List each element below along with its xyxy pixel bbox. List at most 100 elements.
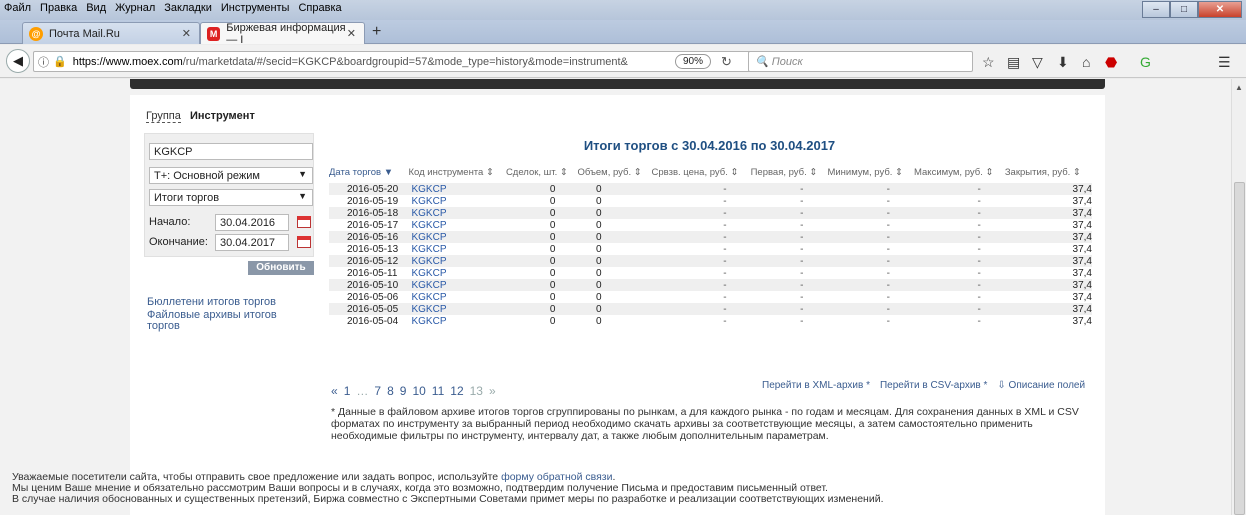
cell-min: - [827, 279, 914, 291]
tab-close-icon[interactable]: ✕ [182, 27, 191, 40]
cell-close: 37,4 [1004, 183, 1092, 195]
col-date[interactable]: Дата торгов ▼ [329, 166, 408, 183]
cell-close: 37,4 [1004, 303, 1092, 315]
csv-archive-link[interactable]: Перейти в CSV-архив * [880, 380, 987, 391]
page-link[interactable]: 8 [387, 384, 394, 398]
cell-code[interactable]: KGKCP [408, 219, 505, 231]
tab-close-icon[interactable]: ✕ [347, 27, 356, 40]
page-scrollbar[interactable]: ▲ [1231, 79, 1246, 515]
table-row: 2016-05-16 KGKCP 0 0- - - -37,4 [329, 231, 1092, 243]
cell-code[interactable]: KGKCP [408, 231, 506, 243]
cell-min: - [886, 315, 890, 327]
page-next[interactable]: » [489, 384, 496, 398]
archive-footnote: * Данные в файловом архиве итогов торгов… [331, 406, 1079, 442]
download-icon[interactable]: ⬇ [1057, 54, 1069, 71]
chevron-down-icon: ▼ [298, 191, 307, 201]
search-input[interactable]: 🔍 Поиск [748, 51, 973, 72]
cell-first: - [750, 279, 828, 291]
back-button[interactable]: ◀ [6, 49, 30, 73]
reload-icon[interactable]: ↻ [721, 54, 732, 70]
tab-group[interactable]: Группа [146, 110, 181, 123]
calendar-icon[interactable] [297, 236, 311, 248]
update-button[interactable]: Обновить [248, 261, 314, 275]
scroll-up-icon[interactable]: ▲ [1235, 83, 1243, 92]
col-max[interactable]: Максимум, руб. ⇕ [914, 166, 1005, 183]
menu-edit[interactable]: Правка [40, 2, 77, 14]
cell-code[interactable]: KGKCP [408, 183, 506, 195]
menu-tools[interactable]: Инструменты [221, 2, 290, 14]
zoom-level[interactable]: 90% [675, 54, 712, 69]
cell-close: 37,4 [1072, 291, 1092, 303]
cell-code[interactable]: KGKCP [408, 291, 505, 303]
cell-avg-price: - [651, 279, 751, 291]
end-date-input[interactable]: 30.04.2017 [215, 234, 289, 251]
maximize-button[interactable]: □ [1170, 1, 1198, 18]
calendar-icon[interactable] [297, 216, 311, 228]
start-date-input[interactable]: 30.04.2016 [215, 214, 289, 231]
cell-code[interactable]: KGKCP [408, 279, 506, 291]
xml-archive-link[interactable]: Перейти в XML-архив * [762, 380, 870, 391]
col-first[interactable]: Первая, руб. ⇕ [751, 166, 828, 183]
page-link[interactable]: 9 [400, 384, 407, 398]
cell-volume: 0 [577, 183, 652, 195]
page-first[interactable]: 1 [344, 384, 351, 398]
page-link[interactable]: 12 [450, 384, 463, 398]
cell-min: - [886, 219, 890, 231]
fields-description-link[interactable]: ⇩ Описание полей [997, 380, 1085, 391]
bookmark-star-icon[interactable]: ☆ [982, 54, 995, 71]
cell-min: - [827, 207, 914, 219]
tab-mail[interactable]: @ Почта Mail.Ru ✕ [22, 22, 200, 44]
pocket-icon[interactable]: ▽ [1032, 54, 1043, 71]
report-select[interactable]: Итоги торгов ▼ [149, 189, 313, 206]
reading-list-icon[interactable]: ▤ [1007, 54, 1020, 71]
close-window-button[interactable]: ✕ [1198, 1, 1242, 18]
col-close[interactable]: Закрытия, руб. ⇕ [1005, 166, 1092, 183]
col-volume[interactable]: Объем, руб. ⇕ [577, 166, 651, 183]
table-row: 2016-05-19 KGKCP 0 0 - - - - 37,4 [329, 195, 1092, 207]
menu-file[interactable]: Файл [4, 2, 31, 14]
page-prev[interactable]: « [331, 384, 338, 398]
tab-instrument[interactable]: Инструмент [190, 110, 255, 122]
cell-code[interactable]: KGKCP [408, 255, 506, 267]
tab-moex[interactable]: M Биржевая информация — I ✕ [200, 22, 365, 46]
page-link[interactable]: 11 [432, 384, 444, 398]
col-deals[interactable]: Сделок, шт. ⇕ [506, 166, 578, 183]
site-top-nav [130, 79, 1105, 89]
menu-bookmarks[interactable]: Закладки [164, 2, 212, 14]
cell-max: - [977, 267, 981, 279]
file-archives-link[interactable]: Файловые архивы итогов торгов [147, 310, 297, 332]
col-code[interactable]: Код инструмента ⇕ [408, 166, 505, 183]
cell-code[interactable]: KGKCP [408, 195, 505, 207]
lock-warning-icon[interactable]: 🔒 [53, 55, 67, 68]
menu-help[interactable]: Справка [298, 2, 341, 14]
col-avg-price[interactable]: Срвзв. цена, руб. ⇕ [652, 166, 751, 183]
minimize-button[interactable]: – [1142, 1, 1170, 18]
page-link[interactable]: 10 [412, 384, 425, 398]
cell-first: - [750, 183, 828, 195]
adblock-icon[interactable]: ⬣ [1105, 54, 1117, 71]
menu-view[interactable]: Вид [86, 2, 106, 14]
cell-avg-price: - [723, 267, 727, 279]
bulletins-link[interactable]: Бюллетени итогов торгов [147, 296, 276, 308]
home-icon[interactable]: ⌂ [1082, 54, 1090, 70]
address-bar[interactable]: ⓘ 🔒 https://www.moex.com/ru/marketdata/#… [33, 51, 761, 72]
cell-volume: 0 [595, 243, 602, 255]
hamburger-menu-icon[interactable]: ☰ [1218, 54, 1231, 71]
page-link[interactable]: 7 [374, 384, 381, 398]
scrollbar-thumb[interactable] [1234, 182, 1245, 515]
mode-select[interactable]: Т+: Основной режим ▼ [149, 167, 313, 184]
cell-close: 37,4 [1004, 207, 1092, 219]
menu-history[interactable]: Журнал [115, 2, 155, 14]
cell-code[interactable]: KGKCP [408, 207, 506, 219]
new-tab-button[interactable]: + [372, 23, 381, 41]
cell-avg-price: - [723, 195, 727, 207]
info-icon[interactable]: ⓘ [38, 54, 49, 70]
cell-code[interactable]: KGKCP [408, 303, 506, 315]
extension-icon[interactable]: G [1140, 54, 1151, 70]
cell-deals: 0 [505, 303, 578, 315]
col-min[interactable]: Минимум, руб. ⇕ [827, 166, 914, 183]
cell-code[interactable]: KGKCP [408, 315, 505, 327]
cell-code[interactable]: KGKCP [408, 243, 505, 255]
cell-code[interactable]: KGKCP [408, 267, 505, 279]
cell-date: 2016-05-16 [329, 231, 409, 243]
